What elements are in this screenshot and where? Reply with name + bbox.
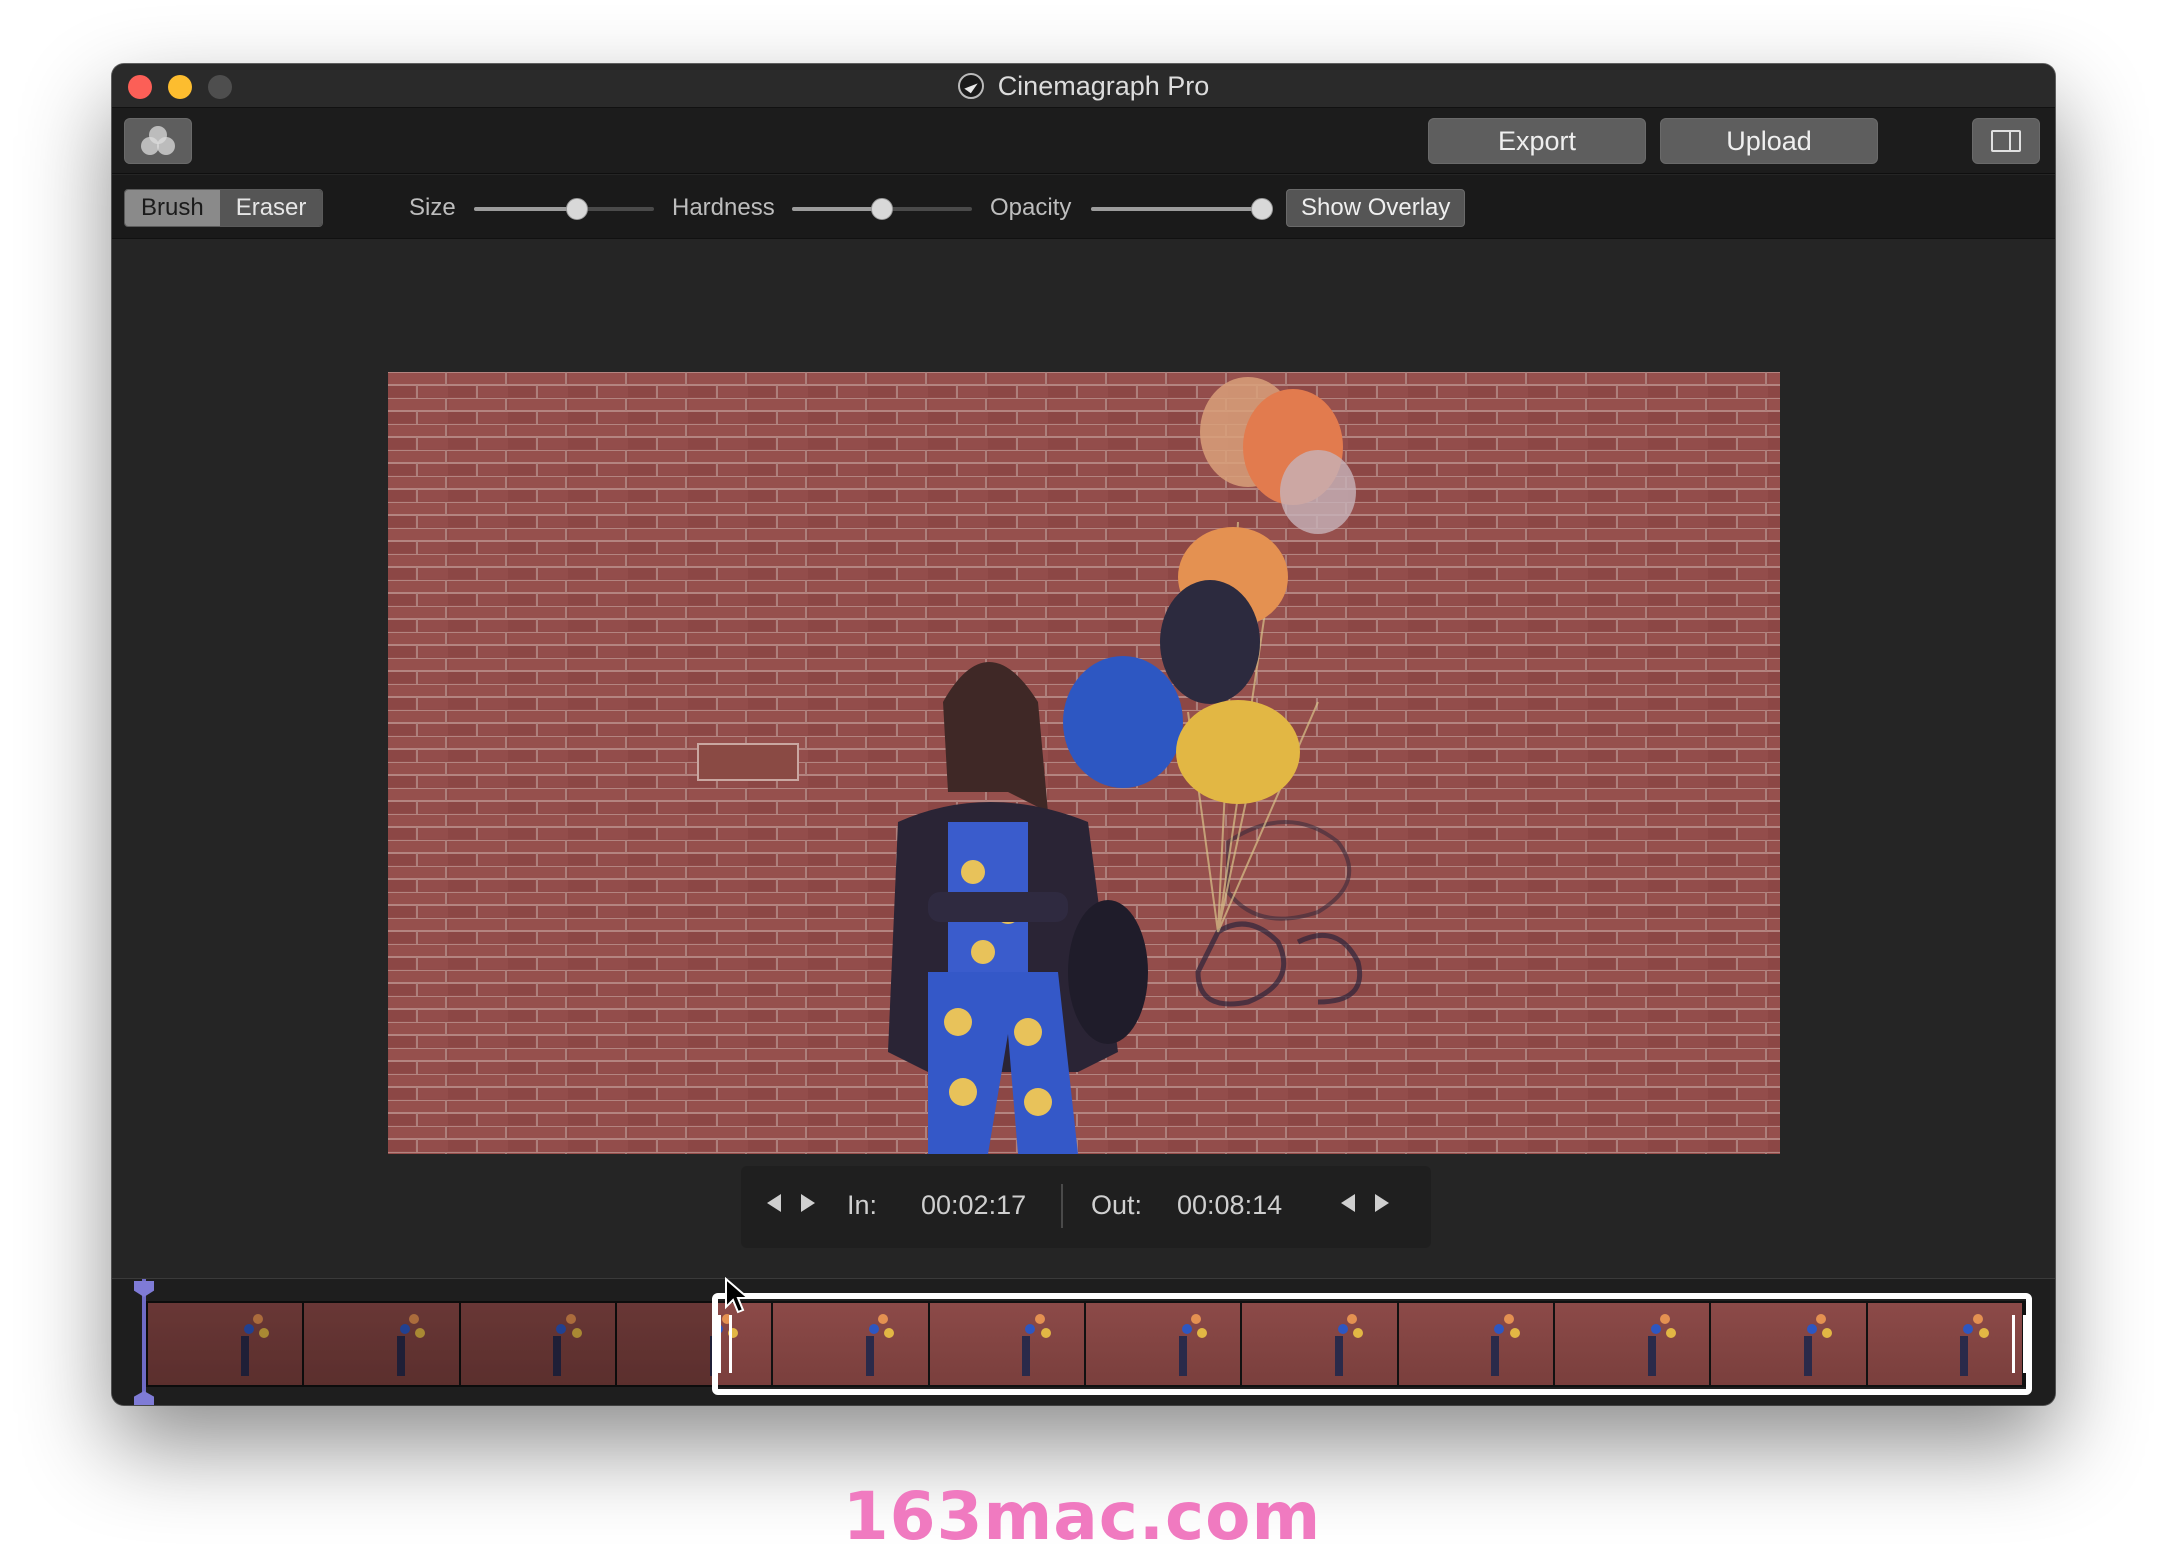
color-filters-icon	[141, 126, 175, 156]
in-step-back-icon[interactable]	[767, 1194, 781, 1212]
app-icon	[957, 73, 984, 99]
mouse-cursor-icon	[725, 1277, 751, 1314]
out-step-forward-icon[interactable]	[1375, 1194, 1389, 1212]
show-overlay-button[interactable]: Show Overlay	[1286, 189, 1466, 227]
video-preview[interactable]	[388, 372, 1780, 1154]
title-bar: Cinemagraph Pro	[112, 64, 2055, 108]
toolbar: Export Upload	[112, 108, 2055, 174]
selection-range[interactable]	[712, 1293, 2032, 1395]
window-title-group: Cinemagraph Pro	[112, 64, 2055, 108]
window-title: Cinemagraph Pro	[997, 70, 1210, 101]
hardness-slider[interactable]	[792, 198, 972, 220]
sidebar-toggle-icon	[1991, 130, 2021, 152]
brush-mode-segmented-control: Brush Eraser	[124, 189, 324, 227]
timeline[interactable]	[112, 1278, 2055, 1405]
opacity-label: Opacity	[990, 194, 1072, 221]
app-window: Cinemagraph Pro Export Upload Brush Eras…	[112, 64, 2055, 1405]
opacity-slider-knob[interactable]	[1251, 198, 1273, 220]
filters-button[interactable]	[124, 118, 192, 164]
sidebar-toggle-button[interactable]	[1972, 118, 2040, 164]
eraser-mode-button[interactable]: Eraser	[219, 190, 323, 226]
out-step-back-icon[interactable]	[1341, 1194, 1355, 1212]
opacity-slider[interactable]	[1091, 198, 1273, 220]
hardness-label: Hardness	[672, 194, 775, 221]
video-frame-image	[388, 372, 1780, 1154]
playhead-bottom-marker[interactable]	[134, 1391, 154, 1405]
size-slider-knob[interactable]	[565, 198, 588, 220]
in-step-forward-icon[interactable]	[801, 1194, 815, 1212]
playhead-top-marker[interactable]	[134, 1281, 154, 1297]
watermark: 163mac.com	[842, 1478, 1322, 1555]
size-label: Size	[409, 194, 456, 221]
selection-start-handle[interactable]	[718, 1315, 732, 1373]
unselected-range	[146, 1301, 716, 1387]
in-time: 00:02:17	[921, 1190, 1027, 1220]
upload-button[interactable]: Upload	[1660, 118, 1878, 164]
export-button[interactable]: Export	[1428, 118, 1646, 164]
trim-divider	[1061, 1184, 1063, 1228]
out-label: Out:	[1091, 1190, 1143, 1220]
in-label: In:	[847, 1190, 878, 1220]
brush-options-bar: Brush Eraser Size Hardness Opacity Show …	[112, 175, 2055, 239]
trim-controls: In: 00:02:17 Out: 00:08:14	[741, 1166, 1431, 1248]
size-slider[interactable]	[474, 198, 654, 220]
hardness-slider-knob[interactable]	[871, 198, 893, 220]
out-time: 00:08:14	[1177, 1190, 1283, 1220]
selection-end-handle[interactable]	[2012, 1315, 2026, 1373]
brush-mode-button[interactable]: Brush	[125, 190, 220, 226]
playhead[interactable]	[142, 1279, 146, 1405]
